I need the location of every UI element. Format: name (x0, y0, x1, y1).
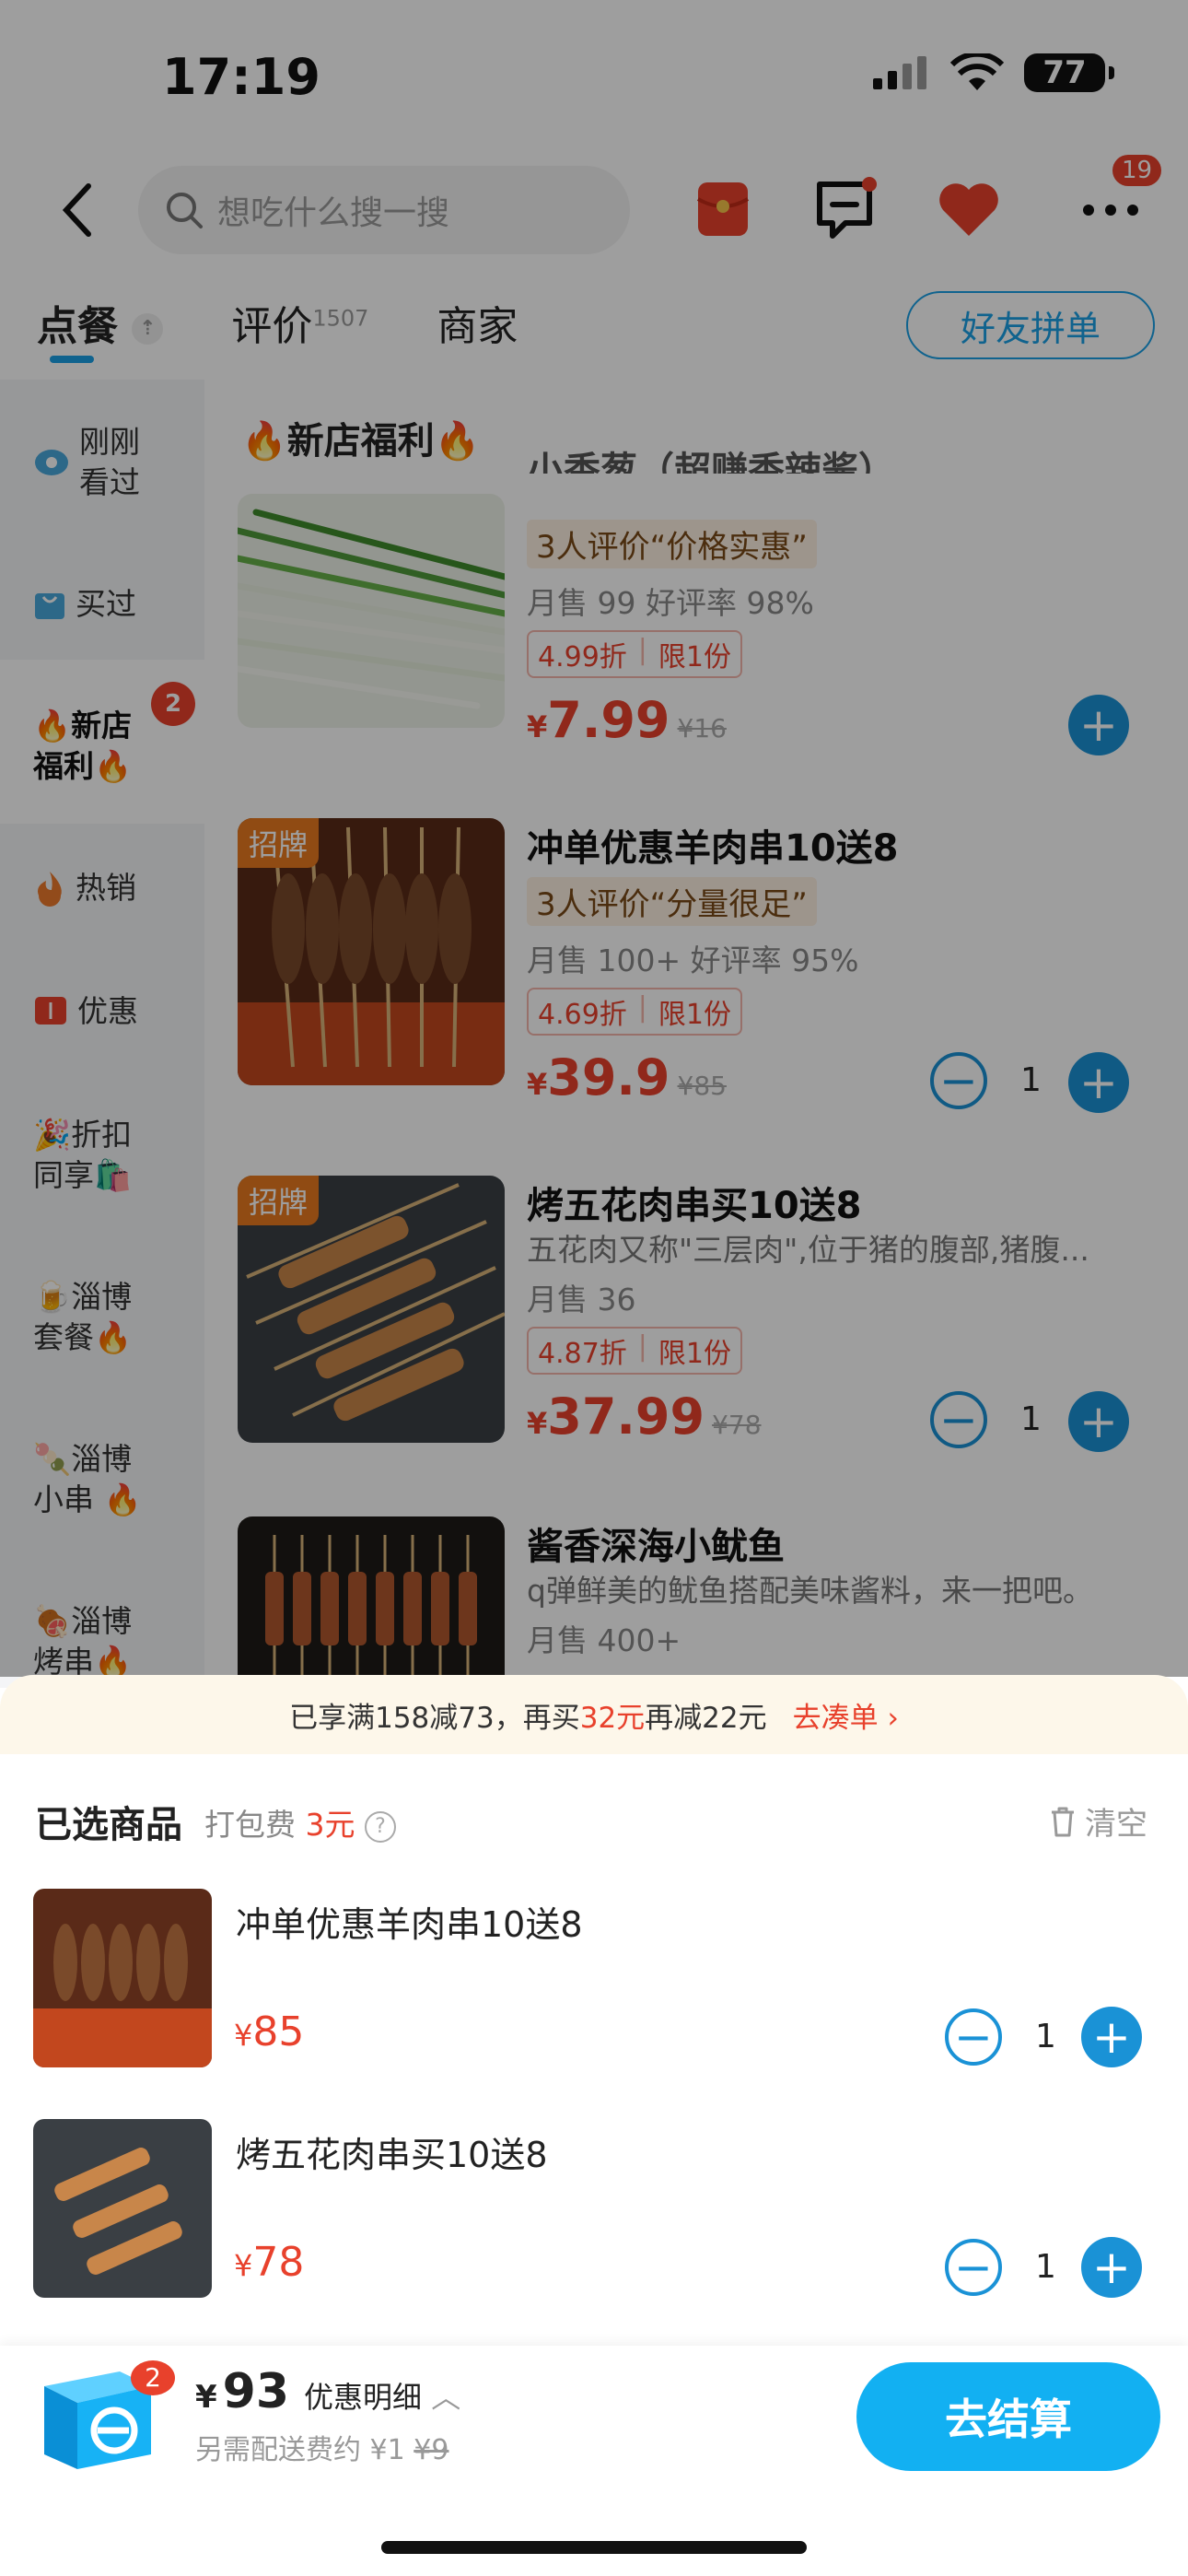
chevron-up-icon: ︿ (431, 2380, 461, 2415)
add-button[interactable]: + (1081, 2007, 1142, 2067)
cart-title: 已选商品 (35, 1804, 182, 1846)
promo-text-a: 已享满158减73，再买 (289, 1701, 580, 1735)
total-amount: 93 (222, 2364, 290, 2419)
add-more-link[interactable]: 去凑单 › (793, 1694, 899, 1736)
cart-count-badge: 2 (131, 2360, 175, 2395)
price: 85 (252, 2008, 305, 2055)
currency: ¥ (234, 2018, 253, 2053)
cart-item-price: ¥85 (234, 2008, 304, 2055)
decrease-button[interactable]: − (945, 2239, 1002, 2296)
cart-item-name: 冲单优惠羊肉串10送8 (236, 1904, 583, 1945)
price: 78 (252, 2239, 305, 2286)
discount-detail-toggle[interactable]: 优惠明细 ︿ (304, 2374, 460, 2417)
promo-bar: 已享满158减73，再买 32元 再减22元 去凑单 › (0, 1675, 1188, 1754)
cart-item: 冲单优惠羊肉串10送8 ¥85 − 1 + (33, 1889, 1157, 2067)
promo-amount: 32元 (579, 1701, 646, 1735)
currency: ¥ (234, 2248, 253, 2283)
add-button[interactable]: + (1081, 2237, 1142, 2298)
quantity: 1 (1035, 2018, 1056, 2055)
cart-item: 烤五花肉串买10送8 ¥78 − 1 + (33, 2119, 1157, 2298)
delivery-old-fee: ¥9 (413, 2434, 449, 2466)
promo-text-b: 再减22元 (645, 1701, 767, 1735)
cart-item-image-lamb (33, 1889, 212, 2067)
delivery-note: 另需配送费约 ¥1 (195, 2434, 405, 2466)
packing-fee-value: 3元 (305, 1807, 355, 1843)
clear-cart-button[interactable]: 清空 (1048, 1798, 1147, 1844)
cart-item-price: ¥78 (234, 2239, 304, 2286)
dim-overlay[interactable] (0, 0, 1188, 1677)
total-currency: ¥ (195, 2379, 217, 2416)
checkout-button[interactable]: 去结算 (856, 2362, 1160, 2471)
decrease-button[interactable]: − (945, 2008, 1002, 2066)
discount-detail-label: 优惠明细 (304, 2380, 423, 2415)
cart-item-name: 烤五花肉串买10送8 (236, 2135, 548, 2175)
help-icon[interactable]: ? (365, 1810, 396, 1843)
clear-label: 清空 (1085, 1806, 1147, 1843)
packing-fee: 打包费 3元 ? (204, 1800, 396, 1844)
packing-fee-label: 打包费 (204, 1807, 296, 1843)
cart-button[interactable]: 2 (31, 2359, 175, 2478)
trash-icon (1052, 1807, 1074, 1836)
total-price: ¥ 93 优惠明细 ︿ (195, 2364, 460, 2419)
cart-item-image-pork-belly (33, 2119, 212, 2298)
add-more-label: 去凑单 (792, 1701, 879, 1735)
quantity: 1 (1035, 2248, 1056, 2286)
delivery-fee-note: 另需配送费约 ¥1 ¥9 (195, 2427, 448, 2467)
home-indicator (381, 2541, 807, 2554)
